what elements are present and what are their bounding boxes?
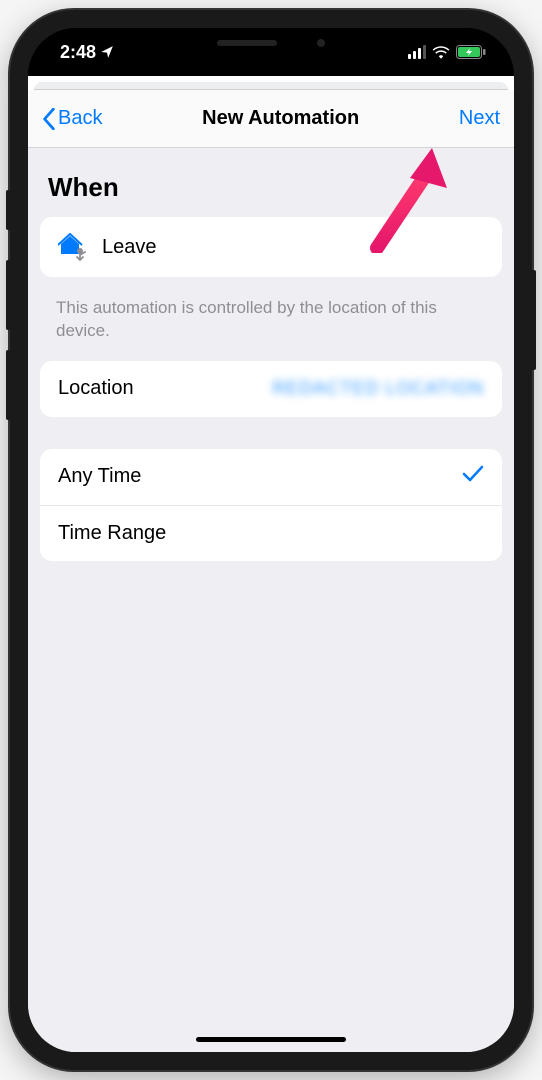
battery-icon (456, 45, 486, 59)
wifi-icon (432, 45, 450, 59)
trigger-footer-note: This automation is controlled by the loc… (40, 289, 502, 361)
side-button (532, 270, 536, 370)
section-header-when: When (40, 166, 502, 217)
next-button[interactable]: Next (459, 107, 500, 130)
location-card: Location REDACTED LOCATION (40, 361, 502, 417)
trigger-label: Leave (102, 236, 157, 259)
any-time-label: Any Time (58, 465, 141, 488)
time-range-label: Time Range (58, 522, 166, 545)
location-value: REDACTED LOCATION (272, 378, 484, 399)
home-indicator[interactable] (196, 1037, 346, 1042)
notch (161, 28, 381, 58)
back-button[interactable]: Back (42, 107, 102, 130)
phone-frame: 2:48 (10, 10, 532, 1070)
time-options-card: Any Time Time Range (40, 449, 502, 561)
side-button (6, 190, 10, 230)
app-area: Back New Automation Next When (28, 76, 514, 1052)
side-button (6, 260, 10, 330)
location-arrow-icon (100, 45, 114, 59)
trigger-card: Leave (40, 217, 502, 277)
location-label: Location (58, 377, 134, 400)
status-time: 2:48 (60, 42, 96, 63)
trigger-row-leave[interactable]: Leave (40, 217, 502, 277)
nav-title: New Automation (202, 107, 359, 130)
nav-bar: Back New Automation Next (28, 90, 514, 148)
checkmark-icon (462, 465, 484, 489)
chevron-left-icon (42, 108, 56, 130)
sheet-stack-indicator (34, 82, 508, 90)
signal-icon (408, 45, 426, 59)
time-option-any-time[interactable]: Any Time (40, 449, 502, 505)
location-row[interactable]: Location REDACTED LOCATION (40, 361, 502, 417)
back-label: Back (58, 107, 102, 130)
time-option-time-range[interactable]: Time Range (40, 505, 502, 561)
content: When Leave (28, 148, 514, 1052)
side-button (6, 350, 10, 420)
screen: 2:48 (28, 28, 514, 1052)
leave-home-icon (58, 233, 88, 261)
